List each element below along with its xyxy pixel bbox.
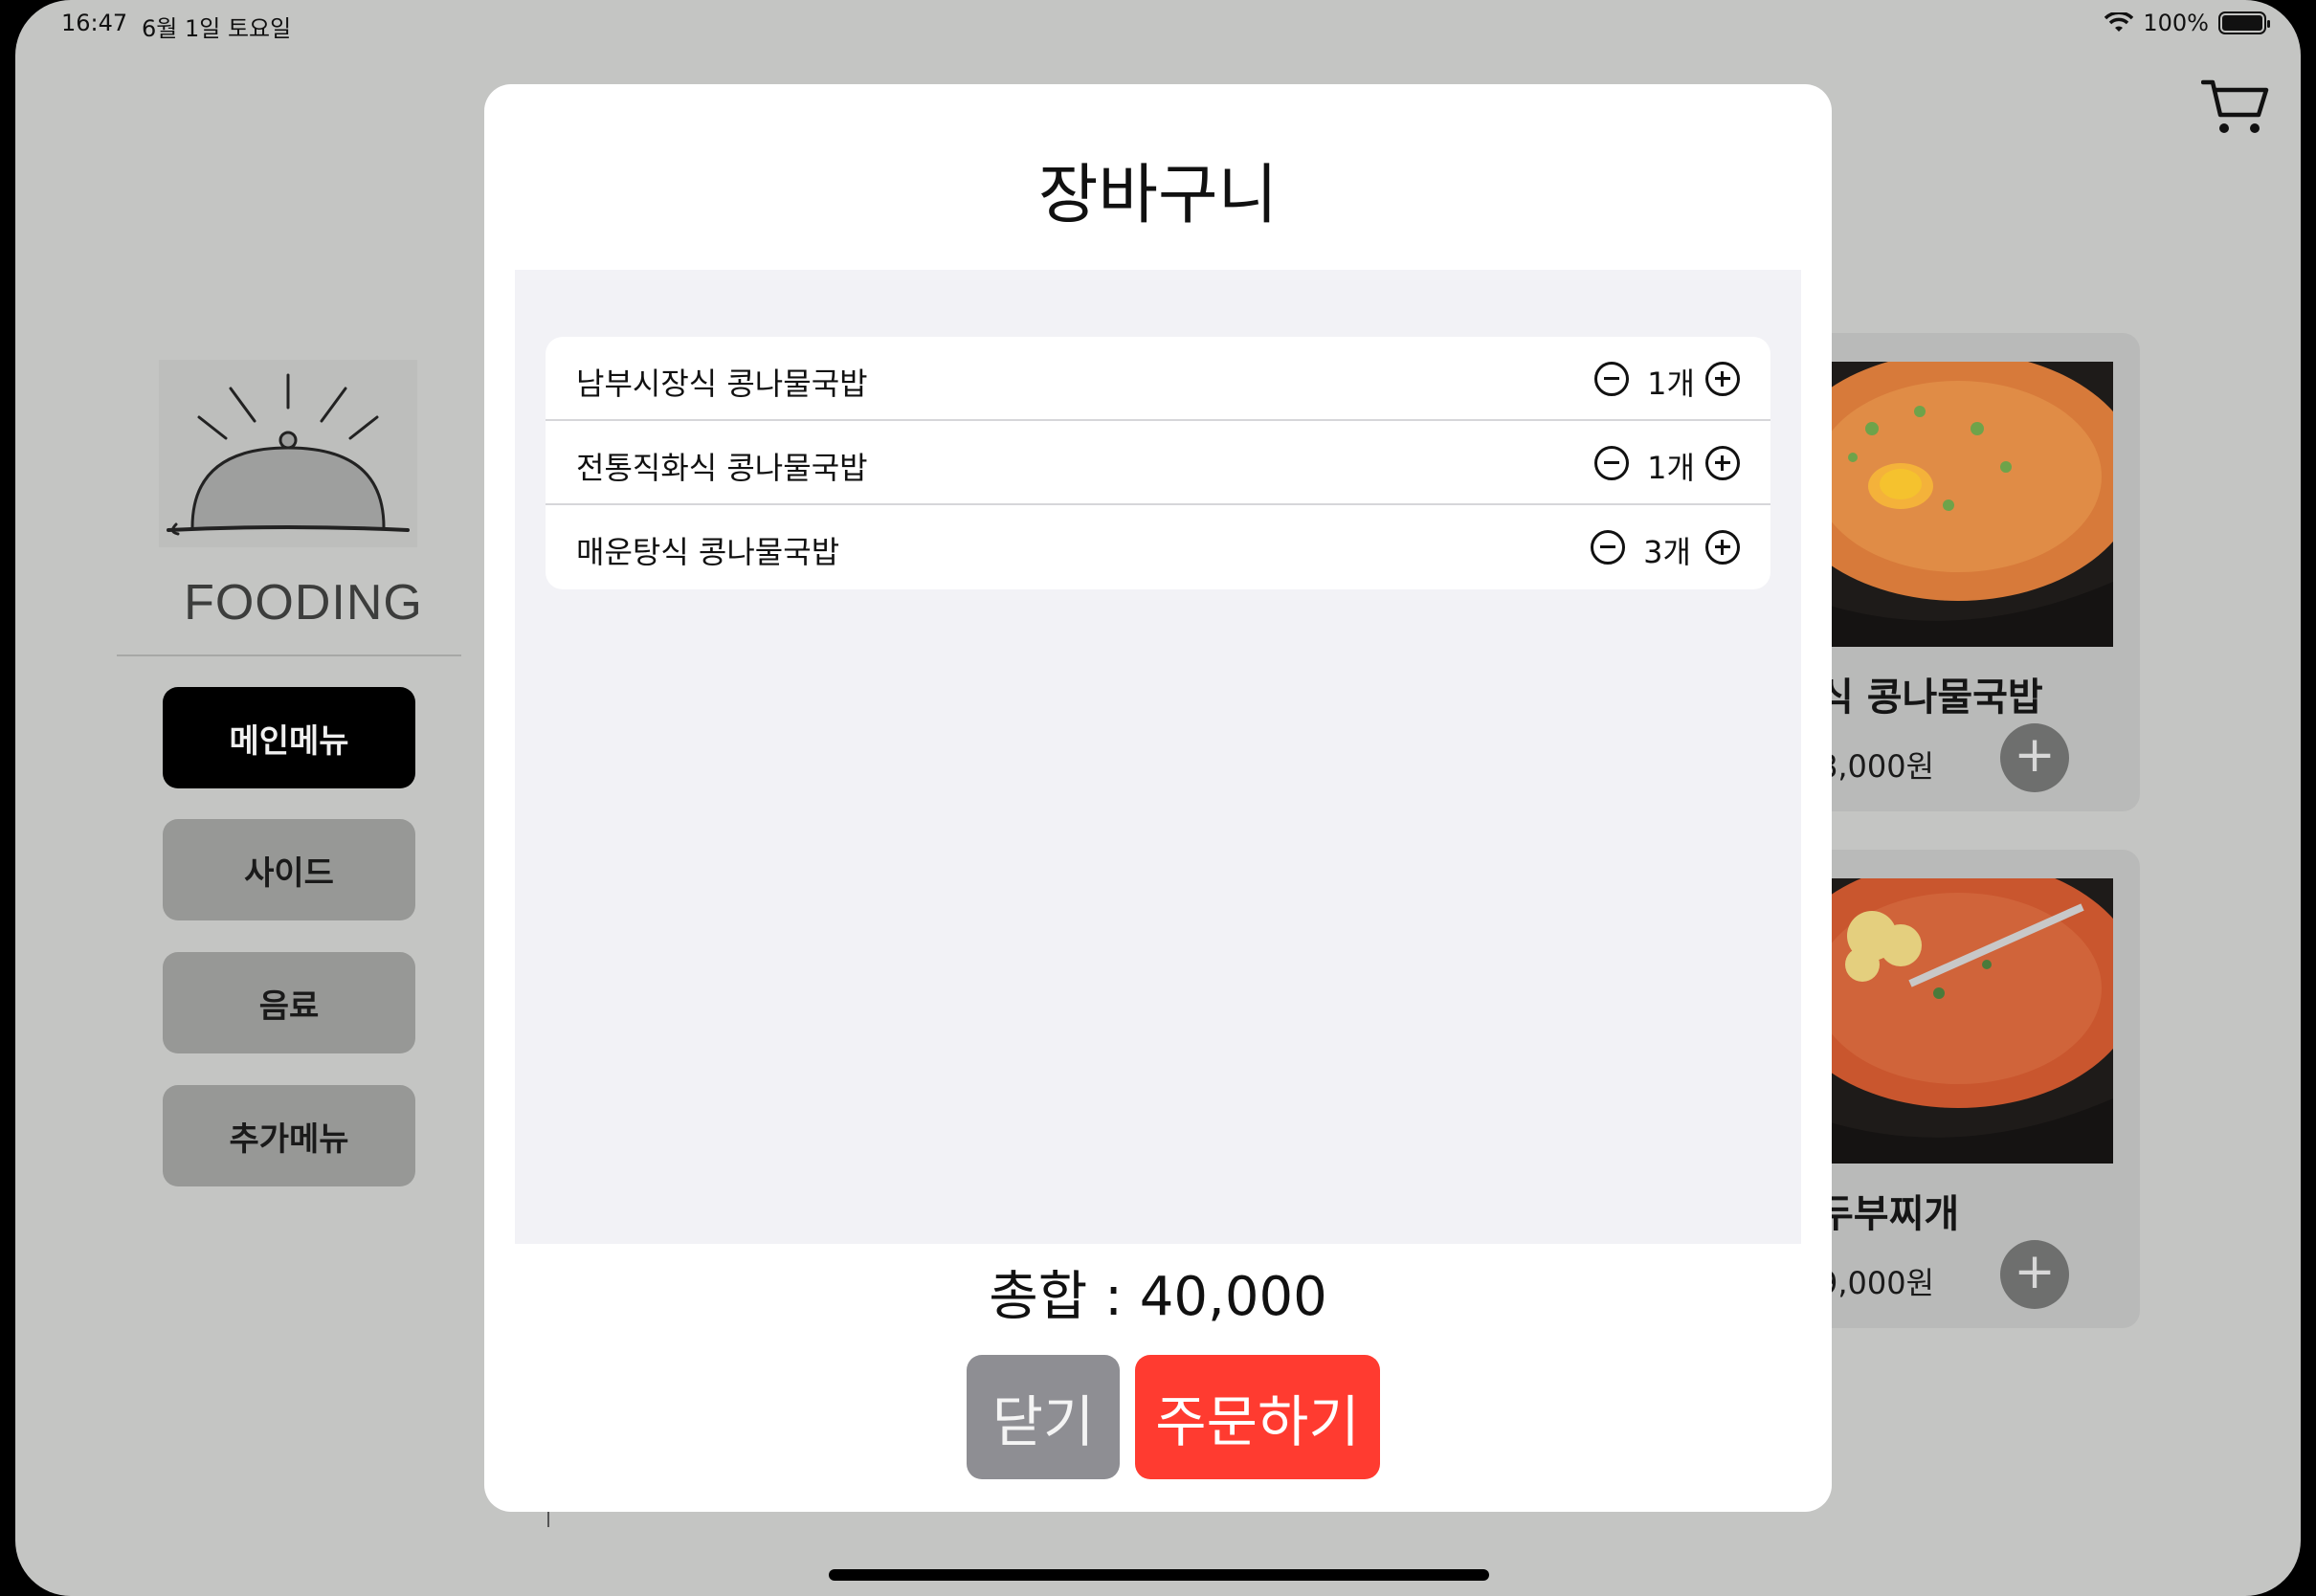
status-bar: 16:47 6월 1일 토요일 100% [15, 0, 2301, 44]
cart-item-quantity: 1개 [1647, 450, 1695, 486]
status-right: 100% [2104, 10, 2270, 36]
minus-circle-icon[interactable] [1594, 446, 1629, 480]
cart-item-row: 전통직화식 콩나물국밥 1개 [546, 421, 1770, 505]
order-button[interactable]: 주문하기 [1135, 1355, 1380, 1479]
cart-item-name: 매운탕식 콩나물국밥 [576, 534, 840, 570]
ipad-screen: 16:47 6월 1일 토요일 100% FOODING 메인메뉴 사이드 음료… [15, 0, 2301, 1596]
battery-icon [2218, 11, 2270, 34]
cart-item-name: 남부시장식 콩나물국밥 [576, 366, 868, 402]
sidebar-item-extra-menu[interactable]: 추가메뉴 [163, 1085, 415, 1186]
food-cloche-icon [167, 373, 410, 536]
product-name: 두부찌개 [1818, 1192, 1960, 1236]
sidebar-divider [117, 654, 461, 656]
cart-item-quantity: 1개 [1647, 366, 1695, 402]
sidebar-item-main-menu[interactable]: 메인메뉴 [163, 687, 415, 788]
wifi-icon [2104, 12, 2134, 32]
add-to-cart-button[interactable]: + [2000, 723, 2069, 792]
cart-icon[interactable] [2201, 77, 2270, 138]
add-to-cart-button[interactable]: + [2000, 1240, 2069, 1309]
product-price: 8,000원 [1818, 748, 1935, 785]
sidebar-item-drinks[interactable]: 음료 [163, 952, 415, 1053]
plus-circle-icon[interactable] [1705, 362, 1740, 396]
cart-modal: 장바구니 남부시장식 콩나물국밥 1개 전통직화식 콩나물국밥 1개 매운탕식 … [484, 84, 1832, 1512]
product-price: 9,000원 [1818, 1265, 1935, 1301]
cart-item-name: 전통직화식 콩나물국밥 [576, 450, 868, 486]
product-photo [1815, 362, 2113, 647]
product-card[interactable]: 두부찌개 9,000원 + [1815, 850, 2140, 1328]
cart-total: 총합 : 40,000 [989, 1266, 1327, 1328]
cart-item-quantity: 3개 [1643, 534, 1691, 570]
status-date: 6월 1일 토요일 [142, 15, 292, 42]
close-button[interactable]: 닫기 [967, 1355, 1120, 1479]
plus-circle-icon[interactable] [1705, 446, 1740, 480]
sidebar-item-side[interactable]: 사이드 [163, 819, 415, 920]
product-name: 식 콩나물국밥 [1818, 676, 2043, 720]
battery-percent: 100% [2143, 10, 2209, 36]
product-photo [1815, 878, 2113, 1164]
home-indicator[interactable] [829, 1569, 1489, 1581]
modal-title: 장바구니 [1037, 158, 1279, 233]
minus-circle-icon[interactable] [1591, 530, 1625, 565]
logo-image [159, 360, 417, 547]
status-time: 16:47 [61, 10, 128, 36]
minus-circle-icon[interactable] [1594, 362, 1629, 396]
brand-name: FOODING [184, 575, 423, 631]
plus-circle-icon[interactable] [1705, 530, 1740, 565]
battery-fill [2222, 15, 2262, 31]
cart-item-row: 남부시장식 콩나물국밥 1개 [546, 337, 1770, 421]
cart-list: 남부시장식 콩나물국밥 1개 전통직화식 콩나물국밥 1개 매운탕식 콩나물국밥… [546, 337, 1770, 589]
cart-list-area: 남부시장식 콩나물국밥 1개 전통직화식 콩나물국밥 1개 매운탕식 콩나물국밥… [515, 270, 1801, 1244]
cart-item-row: 매운탕식 콩나물국밥 3개 [546, 505, 1770, 589]
product-card[interactable]: 식 콩나물국밥 8,000원 + [1815, 333, 2140, 811]
